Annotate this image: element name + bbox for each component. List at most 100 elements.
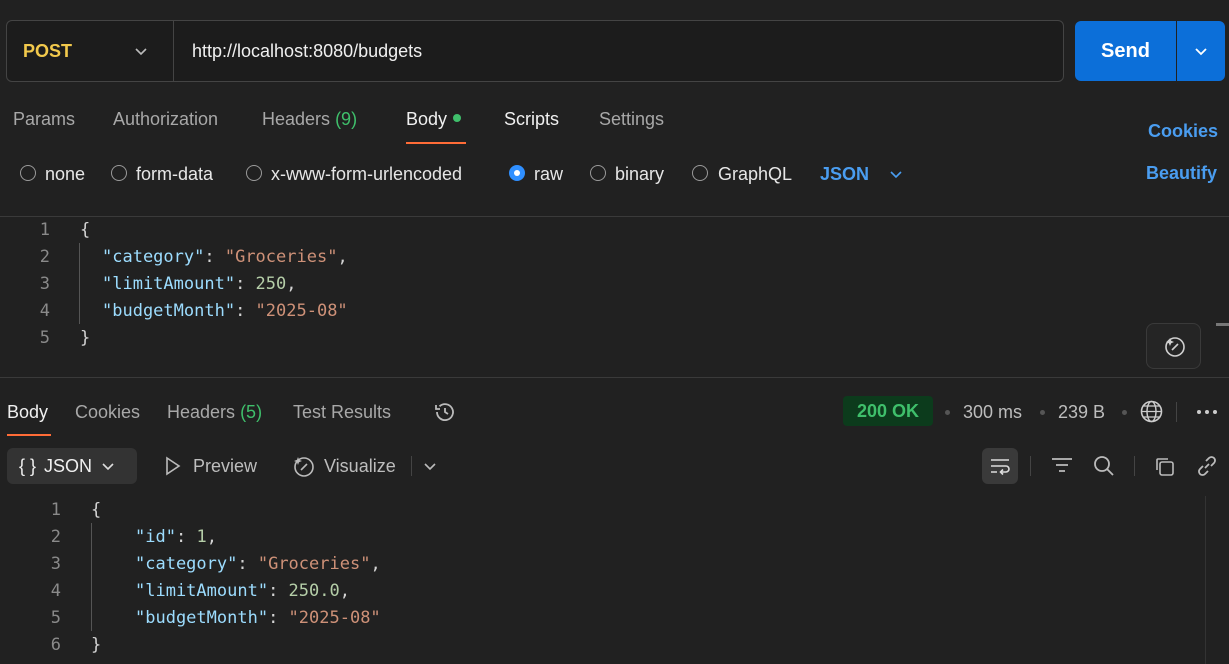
code-line: "category": "Groceries", xyxy=(135,554,381,574)
json-close-brace: } xyxy=(91,635,102,655)
radio-none[interactable] xyxy=(20,165,36,181)
code-line: "id": 1, xyxy=(135,527,217,547)
chevron-down-icon[interactable] xyxy=(133,43,149,59)
filter-icon[interactable] xyxy=(1050,455,1074,475)
method-select[interactable]: POST xyxy=(23,41,72,62)
chevron-down-icon[interactable] xyxy=(422,458,438,474)
url-input[interactable]: http://localhost:8080/budgets xyxy=(192,41,422,62)
preview-button[interactable]: Preview xyxy=(193,456,257,477)
json-key: "budgetMonth" xyxy=(102,301,236,321)
tab-authorization[interactable]: Authorization xyxy=(113,109,218,130)
line-number: 5 xyxy=(39,328,50,348)
json-value: 250 xyxy=(255,274,287,294)
more-options-icon[interactable] xyxy=(1195,402,1219,422)
ai-assist-button[interactable] xyxy=(1146,323,1201,369)
json-open-brace: { xyxy=(91,500,102,520)
json-value: 1 xyxy=(196,527,207,547)
modified-indicator xyxy=(453,114,462,123)
divider xyxy=(1176,402,1177,422)
option-urlencoded-label[interactable]: x-www-form-urlencoded xyxy=(271,164,462,185)
radio-binary[interactable] xyxy=(590,165,606,181)
response-format-select[interactable]: { } JSON xyxy=(7,448,137,484)
beautify-link[interactable]: Beautify xyxy=(1146,163,1217,184)
line-number: 1 xyxy=(50,500,61,520)
request-body-editor[interactable]: 1 2 3 4 5 { "category": "Groceries", "li… xyxy=(0,216,1229,376)
link-icon[interactable] xyxy=(1195,454,1219,478)
chevron-down-icon xyxy=(1195,48,1207,56)
visualize-button[interactable]: Visualize xyxy=(324,456,396,477)
tab-headers-label: Headers xyxy=(262,109,331,129)
status-badge: 200 OK xyxy=(843,396,933,426)
line-number: 4 xyxy=(39,301,50,321)
divider xyxy=(1134,456,1135,476)
radio-urlencoded[interactable] xyxy=(246,165,262,181)
response-tab-cookies[interactable]: Cookies xyxy=(75,402,140,423)
format-select[interactable]: JSON xyxy=(820,164,869,185)
send-button[interactable]: Send xyxy=(1075,21,1176,81)
separator-dot xyxy=(1040,410,1045,415)
response-time: 300 ms xyxy=(963,402,1023,422)
tab-settings[interactable]: Settings xyxy=(599,109,664,130)
tab-scripts[interactable]: Scripts xyxy=(504,109,559,130)
json-key: "budgetMonth" xyxy=(135,608,269,628)
option-none-label[interactable]: none xyxy=(45,164,85,185)
json-key: "limitAmount" xyxy=(102,274,236,294)
tab-body[interactable]: Body xyxy=(406,109,462,130)
json-value: "2025-08" xyxy=(255,301,348,321)
globe-icon[interactable] xyxy=(1139,399,1164,424)
scrollbar-thumb[interactable] xyxy=(1216,323,1229,326)
line-number: 5 xyxy=(50,608,61,628)
scrollbar-track[interactable] xyxy=(1205,496,1206,664)
divider xyxy=(411,456,412,476)
wrap-lines-button[interactable] xyxy=(982,448,1018,484)
option-binary-label[interactable]: binary xyxy=(615,164,664,185)
json-key: "limitAmount" xyxy=(135,581,269,601)
tab-headers[interactable]: Headers (9) xyxy=(262,109,357,130)
code-line: "budgetMonth": "2025-08" xyxy=(135,608,381,628)
active-tab-underline xyxy=(406,142,466,144)
line-number: 1 xyxy=(39,220,50,240)
separator-dot xyxy=(1122,410,1127,415)
option-form-data-label[interactable]: form-data xyxy=(136,164,213,185)
chevron-down-icon xyxy=(102,463,114,471)
json-value: "Groceries" xyxy=(224,247,338,267)
divider xyxy=(0,377,1229,378)
separator-dot xyxy=(945,410,950,415)
search-icon[interactable] xyxy=(1092,454,1116,478)
response-body-viewer[interactable]: 1 2 3 4 5 6 { "id": 1, "category": "Groc… xyxy=(0,496,1229,664)
tab-params[interactable]: Params xyxy=(13,109,75,130)
format-label: JSON xyxy=(44,455,93,476)
braces-icon: { } xyxy=(19,455,37,476)
response-tab-headers[interactable]: Headers (5) xyxy=(167,402,262,423)
play-icon[interactable] xyxy=(164,456,182,476)
divider xyxy=(1030,456,1031,476)
response-tab-test-results[interactable]: Test Results xyxy=(293,402,391,423)
send-options-button[interactable] xyxy=(1177,21,1225,81)
response-size: 239 B xyxy=(1058,402,1106,422)
cookies-link[interactable]: Cookies xyxy=(1148,121,1218,142)
divider xyxy=(173,21,174,81)
line-number: 2 xyxy=(50,527,61,547)
history-icon[interactable] xyxy=(433,400,457,424)
radio-graphql[interactable] xyxy=(692,165,708,181)
visualize-icon[interactable] xyxy=(290,453,316,479)
json-value: 250.0 xyxy=(288,581,340,601)
line-number: 4 xyxy=(50,581,61,601)
code-line: "limitAmount": 250, xyxy=(102,274,297,294)
chevron-down-icon[interactable] xyxy=(888,166,904,182)
code-line: "category": "Groceries", xyxy=(102,247,348,267)
option-raw-label[interactable]: raw xyxy=(534,164,563,185)
line-number: 2 xyxy=(39,247,50,267)
active-tab-underline xyxy=(7,434,51,436)
copy-icon[interactable] xyxy=(1153,455,1177,479)
radio-raw[interactable] xyxy=(509,165,525,181)
radio-form-data[interactable] xyxy=(111,165,127,181)
response-tab-body[interactable]: Body xyxy=(7,402,48,423)
json-value: "Groceries" xyxy=(257,554,371,574)
sparkle-icon xyxy=(1164,337,1185,357)
response-headers-count: (5) xyxy=(240,402,263,422)
option-graphql-label[interactable]: GraphQL xyxy=(718,164,792,185)
line-number: 6 xyxy=(50,635,61,655)
json-key: "id" xyxy=(135,527,176,547)
response-headers-label: Headers xyxy=(167,402,236,422)
